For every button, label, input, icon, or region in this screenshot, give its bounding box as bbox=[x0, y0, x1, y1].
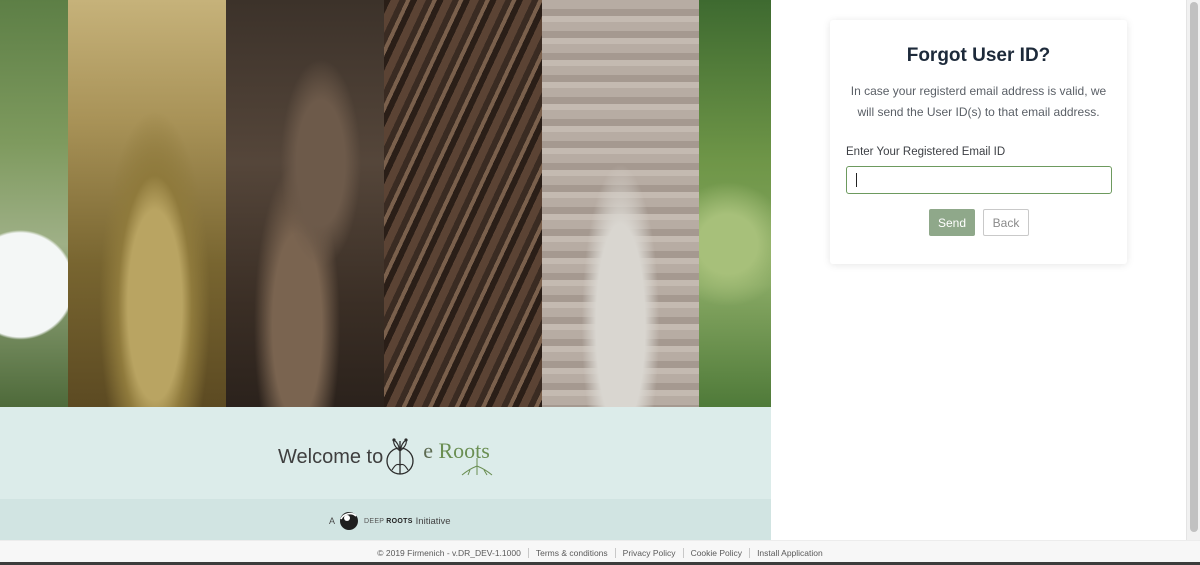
page: Welcome to e Roots A DEEP ROOTS Initiati… bbox=[0, 0, 1200, 565]
cookie-policy-link[interactable]: Cookie Policy bbox=[691, 548, 743, 558]
tree-bark-image bbox=[542, 0, 699, 407]
back-button[interactable]: Back bbox=[983, 209, 1029, 236]
tonka-bean-image bbox=[226, 0, 384, 407]
welcome-text: Welcome to bbox=[278, 445, 384, 468]
hero-panel: Welcome to e Roots A DEEP ROOTS Initiati… bbox=[0, 0, 771, 540]
terms-link[interactable]: Terms & conditions bbox=[536, 548, 608, 558]
email-field-label: Enter Your Registered Email ID bbox=[846, 146, 1006, 158]
deep-roots-logo-icon bbox=[340, 512, 359, 530]
privacy-policy-link[interactable]: Privacy Policy bbox=[623, 548, 676, 558]
hero-image-strips bbox=[0, 0, 771, 407]
send-button[interactable]: Send bbox=[929, 209, 975, 236]
forgot-userid-card: Forgot User ID? In case your registerd e… bbox=[830, 20, 1127, 264]
text-caret bbox=[856, 173, 857, 187]
footer-copyright: © 2019 Firmenich - v.DR_DEV-1.1000 bbox=[377, 548, 521, 558]
cardamom-image bbox=[68, 0, 226, 407]
vertical-scrollbar[interactable] bbox=[1186, 0, 1200, 540]
brand-prefix: e bbox=[423, 438, 433, 463]
initiative-word: Initiative bbox=[415, 515, 451, 527]
vanilla-pods-image bbox=[384, 0, 542, 407]
initiative-roots: ROOTS bbox=[386, 517, 413, 525]
herb-leaves-image bbox=[699, 0, 771, 407]
scrollbar-thumb[interactable] bbox=[1190, 2, 1198, 532]
deep-roots-initiative: A DEEP ROOTS Initiative bbox=[329, 510, 451, 532]
install-application-link[interactable]: Install Application bbox=[757, 548, 823, 558]
roots-decoration-icon bbox=[461, 458, 493, 476]
welcome-heading: Welcome to e Roots bbox=[278, 437, 490, 477]
card-title: Forgot User ID? bbox=[906, 45, 1051, 66]
initiative-prefix: A bbox=[329, 516, 336, 526]
card-message: In case your registerd email address is … bbox=[850, 84, 1107, 119]
eroots-logo-icon bbox=[386, 438, 414, 475]
jasmine-flower-image bbox=[0, 0, 68, 407]
email-field[interactable] bbox=[846, 166, 1112, 194]
initiative-deep: DEEP bbox=[364, 517, 385, 525]
